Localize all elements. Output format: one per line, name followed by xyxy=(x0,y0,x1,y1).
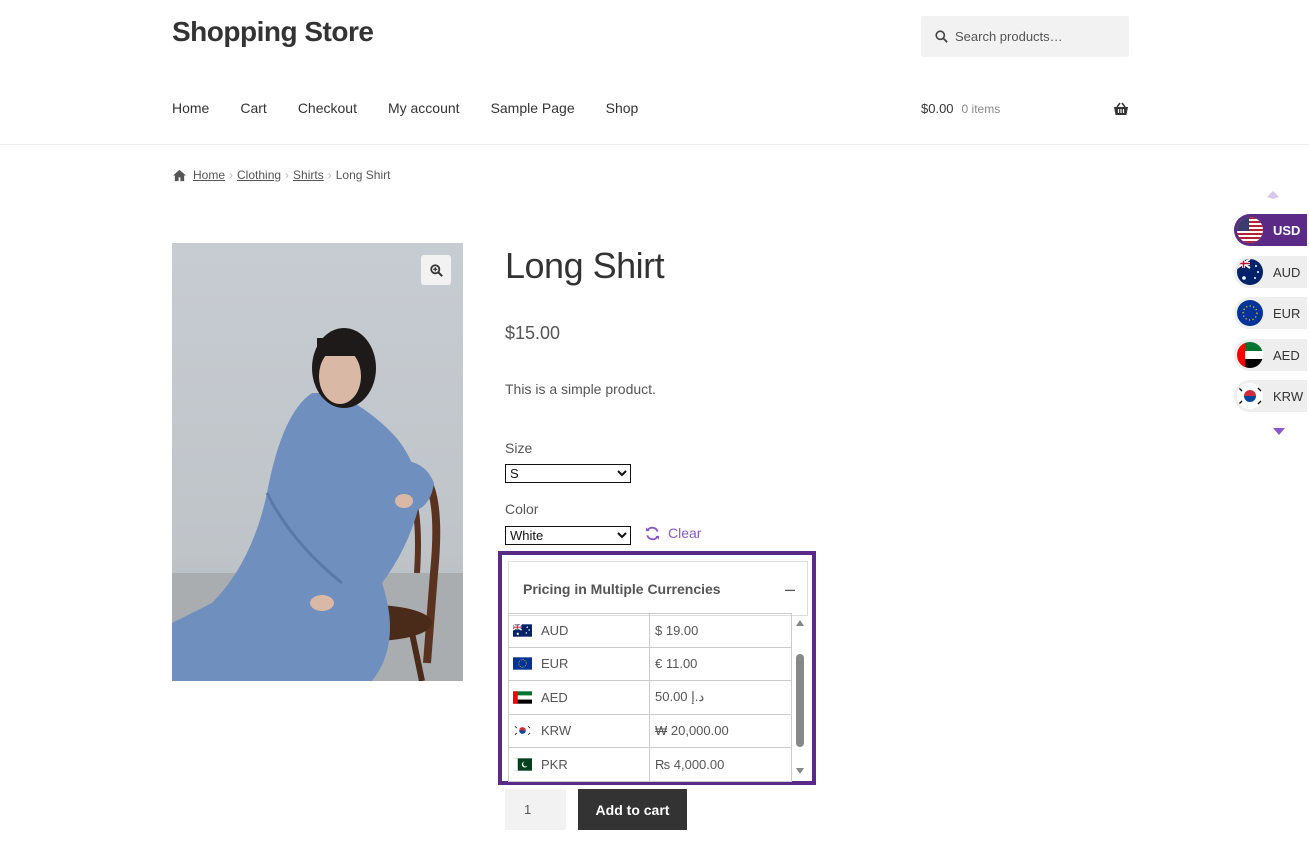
search-input[interactable] xyxy=(955,29,1125,44)
search-box[interactable] xyxy=(921,16,1129,57)
breadcrumb-separator: › xyxy=(229,168,234,182)
breadcrumb: Home › Clothing › Shirts › Long Shirt xyxy=(172,168,390,182)
breadcrumb-current: Long Shirt xyxy=(335,168,391,182)
eu-flag-icon xyxy=(1237,300,1263,326)
nav-my-account[interactable]: My account xyxy=(388,100,460,116)
quantity-input[interactable] xyxy=(505,789,566,830)
breadcrumb-home[interactable]: Home xyxy=(193,168,225,182)
switcher-item-krw[interactable]: KRW xyxy=(1234,380,1307,412)
switcher-up-icon[interactable] xyxy=(1266,190,1280,200)
color-label: Color xyxy=(505,501,539,517)
breadcrumb-clothing[interactable]: Clothing xyxy=(237,168,281,182)
table-row: AUD $ 19.00 xyxy=(508,613,792,648)
primary-nav: Home Cart Checkout My account Sample Pag… xyxy=(172,100,669,116)
scroll-up-icon[interactable] xyxy=(795,619,805,627)
switcher-down-icon[interactable] xyxy=(1272,426,1286,436)
nav-sample-page[interactable]: Sample Page xyxy=(491,100,575,116)
breadcrumb-separator: › xyxy=(327,168,332,182)
pricing-panel-header[interactable]: Pricing in Multiple Currencies – xyxy=(508,561,808,616)
scrollbar-thumb[interactable] xyxy=(796,654,804,747)
currency-value: € 11.00 xyxy=(649,646,792,681)
switcher-code: AUD xyxy=(1273,264,1301,280)
zoom-icon xyxy=(429,263,443,277)
nav-cart[interactable]: Cart xyxy=(240,100,266,116)
refresh-icon xyxy=(645,526,660,540)
currency-value: ₨ 4,000.00 xyxy=(649,747,792,782)
switcher-item-aud[interactable]: AUD xyxy=(1234,256,1307,288)
pakistan-flag-icon xyxy=(513,758,532,771)
currency-code: AUD xyxy=(541,622,569,638)
product-price: $15.00 xyxy=(505,323,561,343)
switcher-item-usd[interactable]: USD xyxy=(1234,214,1307,246)
product-photo-illustration xyxy=(172,328,463,681)
product-image[interactable] xyxy=(172,243,463,681)
pricing-panel-title: Pricing in Multiple Currencies xyxy=(523,580,721,597)
currency-value: 50.00 د.إ xyxy=(649,680,792,715)
breadcrumb-shirts[interactable]: Shirts xyxy=(293,168,324,182)
size-select[interactable]: S xyxy=(505,464,631,483)
product-description: This is a simple product. xyxy=(505,381,656,397)
table-row: PKR ₨ 4,000.00 xyxy=(508,747,792,782)
scroll-down-icon[interactable] xyxy=(795,767,805,775)
size-label: Size xyxy=(505,440,533,456)
table-row: EUR € 11.00 xyxy=(508,646,792,681)
product-title: Long Shirt xyxy=(505,245,665,286)
currency-code: EUR xyxy=(541,656,569,672)
add-to-cart-button[interactable]: Add to cart xyxy=(578,789,687,830)
pricing-table: AUD $ 19.00 EUR € 11.00 AED 50.00 د.إ KR… xyxy=(508,613,792,782)
switcher-item-aed[interactable]: AED xyxy=(1234,339,1307,371)
uae-flag-icon xyxy=(1237,342,1263,368)
australia-flag-icon xyxy=(1237,259,1263,285)
currency-value: $ 19.00 xyxy=(649,613,792,648)
switcher-code: USD xyxy=(1273,222,1301,238)
uae-flag-icon xyxy=(513,691,532,704)
currency-code: KRW xyxy=(541,723,572,739)
color-select[interactable]: White xyxy=(505,526,631,545)
switcher-code: EUR xyxy=(1273,305,1301,321)
pricing-scrollbar[interactable] xyxy=(792,613,808,777)
clear-label: Clear xyxy=(668,525,702,541)
switcher-item-eur[interactable]: EUR xyxy=(1234,297,1307,329)
collapse-toggle[interactable]: – xyxy=(785,579,795,600)
basket-icon xyxy=(1114,102,1128,115)
korea-flag-icon xyxy=(1237,383,1263,409)
header-cart[interactable]: $0.00 0 items xyxy=(921,101,1129,116)
breadcrumb-separator: › xyxy=(285,168,290,182)
pricing-multi-currency-panel: Pricing in Multiple Currencies – AUD $ 1… xyxy=(498,551,816,785)
switcher-code: KRW xyxy=(1273,388,1304,404)
currency-value: ₩ 20,000.00 xyxy=(649,713,792,748)
site-title[interactable]: Shopping Store xyxy=(172,16,374,48)
cart-count: 0 items xyxy=(961,101,1001,116)
currency-code: AED xyxy=(541,689,568,705)
nav-checkout[interactable]: Checkout xyxy=(298,100,357,116)
korea-flag-icon xyxy=(513,724,532,737)
australia-flag-icon xyxy=(513,623,532,637)
switcher-code: AED xyxy=(1273,347,1300,363)
nav-shop[interactable]: Shop xyxy=(606,100,639,116)
table-row: AED 50.00 د.إ xyxy=(508,680,792,715)
usa-flag-icon xyxy=(1237,217,1263,243)
clear-selection-link[interactable]: Clear xyxy=(645,525,701,541)
search-icon xyxy=(935,30,948,43)
cart-amount: $0.00 xyxy=(921,101,954,116)
header-divider xyxy=(0,144,1309,145)
zoom-button[interactable] xyxy=(421,255,451,285)
currency-code: PKR xyxy=(541,756,568,772)
eu-flag-icon xyxy=(513,657,532,670)
nav-home[interactable]: Home xyxy=(172,100,209,116)
home-icon xyxy=(173,169,186,181)
table-row: KRW ₩ 20,000.00 xyxy=(508,713,792,748)
